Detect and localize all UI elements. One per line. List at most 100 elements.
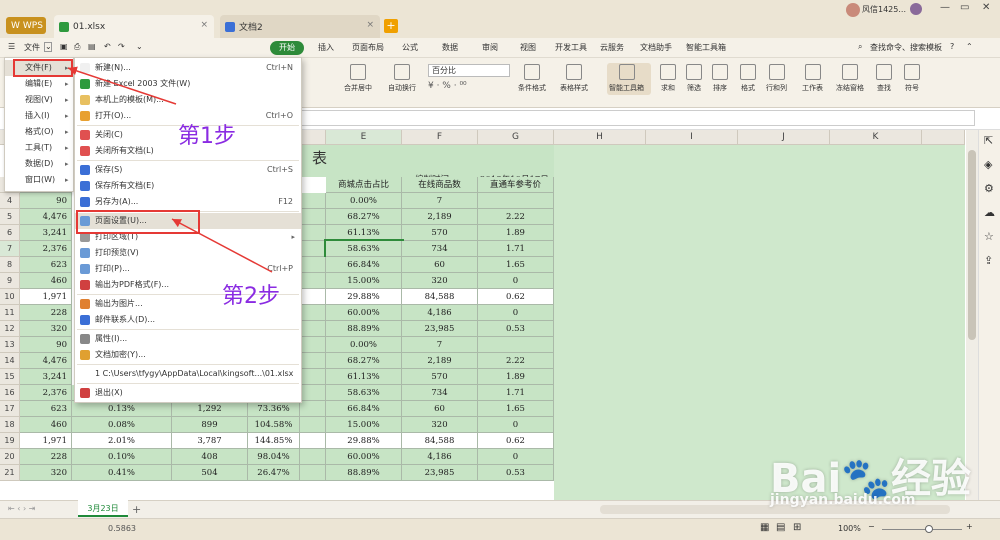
maximize-icon[interactable]: ▭ [960, 2, 969, 13]
table-cell[interactable] [300, 273, 326, 289]
table-cell[interactable] [300, 305, 326, 321]
table-cell[interactable]: 2.01% [72, 433, 172, 449]
row-header[interactable]: 13 [0, 337, 20, 353]
table-cell[interactable]: 504 [172, 465, 248, 481]
table-cell[interactable]: 0.62 [478, 433, 554, 449]
tab-home[interactable]: 开始 [270, 41, 304, 55]
property-icon[interactable]: ⚙ [984, 182, 994, 195]
table-cell[interactable] [300, 417, 326, 433]
row-header[interactable]: 17 [0, 401, 20, 417]
table-cell[interactable] [300, 465, 326, 481]
table-cell[interactable]: 60.00% [326, 449, 402, 465]
sort-button[interactable]: 排序 [712, 64, 728, 93]
table-header-cell[interactable]: 直通车参考价 [478, 177, 554, 193]
page-view-icon[interactable]: ▤ [776, 522, 785, 533]
table-cell[interactable]: 90 [20, 337, 72, 353]
table-cell[interactable]: 58.63% [326, 385, 402, 401]
row-header[interactable]: 21 [0, 465, 20, 481]
command-search[interactable]: 查找命令、搜索模板 [870, 42, 942, 53]
close-tab-icon[interactable]: × [366, 20, 374, 30]
table-cell[interactable]: 0.41% [72, 465, 172, 481]
file-menu-item[interactable]: 新建(N)... Ctrl+N [75, 60, 301, 76]
table-cell[interactable]: 60.00% [326, 305, 402, 321]
table-cell[interactable] [478, 193, 554, 209]
table-cell[interactable]: 1,971 [20, 433, 72, 449]
table-cell[interactable]: 2.22 [478, 209, 554, 225]
classic-menu-item[interactable]: 视图(V) [5, 92, 73, 108]
zoom-slider[interactable] [882, 529, 962, 530]
table-cell[interactable]: 0.08% [72, 417, 172, 433]
tab-cloud[interactable]: 云服务 [600, 42, 624, 53]
table-cell[interactable]: 29.88% [326, 433, 402, 449]
table-cell[interactable]: 88.89% [326, 321, 402, 337]
tab-insert[interactable]: 插入 [318, 42, 334, 53]
table-cell[interactable]: 0.13% [72, 401, 172, 417]
column-header-h[interactable]: H [554, 130, 646, 145]
row-header[interactable]: 19 [0, 433, 20, 449]
table-cell[interactable]: 623 [20, 257, 72, 273]
conditional-format-button[interactable]: 条件格式 [518, 64, 546, 93]
table-cell[interactable] [300, 337, 326, 353]
table-cell[interactable]: 1.71 [478, 385, 554, 401]
table-cell[interactable]: 84,588 [402, 433, 478, 449]
wps-home-tab[interactable]: W WPS [6, 17, 46, 34]
account-avatar[interactable] [910, 3, 922, 15]
username[interactable]: 风信1425... [862, 4, 906, 15]
table-cell[interactable]: 1.89 [478, 369, 554, 385]
zoom-thumb[interactable] [925, 525, 933, 533]
tab-doc-assistant[interactable]: 文档助手 [640, 42, 672, 53]
table-cell[interactable]: 4,476 [20, 209, 72, 225]
table-cell[interactable]: 734 [402, 241, 478, 257]
table-cell[interactable]: 60 [402, 401, 478, 417]
row-header[interactable]: 5 [0, 209, 20, 225]
scroll-thumb[interactable] [968, 150, 976, 340]
table-cell[interactable] [300, 353, 326, 369]
row-header[interactable]: 16 [0, 385, 20, 401]
search-icon[interactable]: ⌕ [858, 42, 862, 52]
table-cell[interactable]: 73.36% [248, 401, 300, 417]
table-cell[interactable] [300, 225, 326, 241]
table-cell[interactable]: 0.00% [326, 193, 402, 209]
preview-icon[interactable]: ▤ [88, 42, 96, 51]
table-cell[interactable]: 228 [20, 305, 72, 321]
backup-icon[interactable]: ☁ [984, 206, 995, 219]
column-header-g[interactable]: G [478, 130, 554, 145]
select-icon[interactable]: ⇱ [984, 134, 993, 147]
row-header[interactable]: 14 [0, 353, 20, 369]
formula-input[interactable] [300, 110, 975, 126]
table-cell[interactable] [300, 289, 326, 305]
file-menu-item[interactable]: 打印预览(V) [75, 245, 301, 261]
table-cell[interactable]: 26.47% [248, 465, 300, 481]
hamburger-icon[interactable]: ☰ [8, 42, 15, 51]
table-cell[interactable]: 2,376 [20, 385, 72, 401]
table-cell[interactable]: 104.58% [248, 417, 300, 433]
table-cell[interactable] [300, 433, 326, 449]
smart-toolbox[interactable]: 智能工具箱 [609, 64, 644, 93]
file-menu-item[interactable]: 1 C:\Users\tfygy\AppData\Local\kingsoft.… [75, 366, 301, 382]
table-cell[interactable]: 2,189 [402, 209, 478, 225]
tab-page-layout[interactable]: 页面布局 [352, 42, 384, 53]
freeze-panes-button[interactable]: 冻结窗格 [836, 64, 864, 93]
row-header[interactable]: 15 [0, 369, 20, 385]
table-cell[interactable]: 2.22 [478, 353, 554, 369]
close-tab-icon[interactable]: × [200, 20, 208, 30]
table-cell[interactable]: 60 [402, 257, 478, 273]
table-cell[interactable] [300, 257, 326, 273]
table-cell[interactable]: 228 [20, 449, 72, 465]
table-cell[interactable]: 84,588 [402, 289, 478, 305]
table-cell[interactable]: 2,189 [402, 353, 478, 369]
new-tab-button[interactable]: + [384, 19, 398, 33]
table-cell[interactable]: 68.27% [326, 209, 402, 225]
number-format-select[interactable]: 百分比 [428, 64, 510, 77]
classic-menu-item[interactable]: 插入(I) [5, 108, 73, 124]
table-cell[interactable]: 1,292 [172, 401, 248, 417]
print-icon[interactable]: ⎙ [74, 42, 80, 52]
classic-menu-item[interactable]: 工具(T) [5, 140, 73, 156]
vertical-scrollbar[interactable] [966, 130, 978, 500]
table-cell[interactable]: 0 [478, 417, 554, 433]
close-icon[interactable]: ✕ [982, 2, 990, 13]
table-cell[interactable]: 460 [20, 273, 72, 289]
minimize-icon[interactable]: — [940, 2, 950, 13]
merge-center-button[interactable]: 合并居中 [344, 64, 372, 93]
table-cell[interactable] [300, 209, 326, 225]
